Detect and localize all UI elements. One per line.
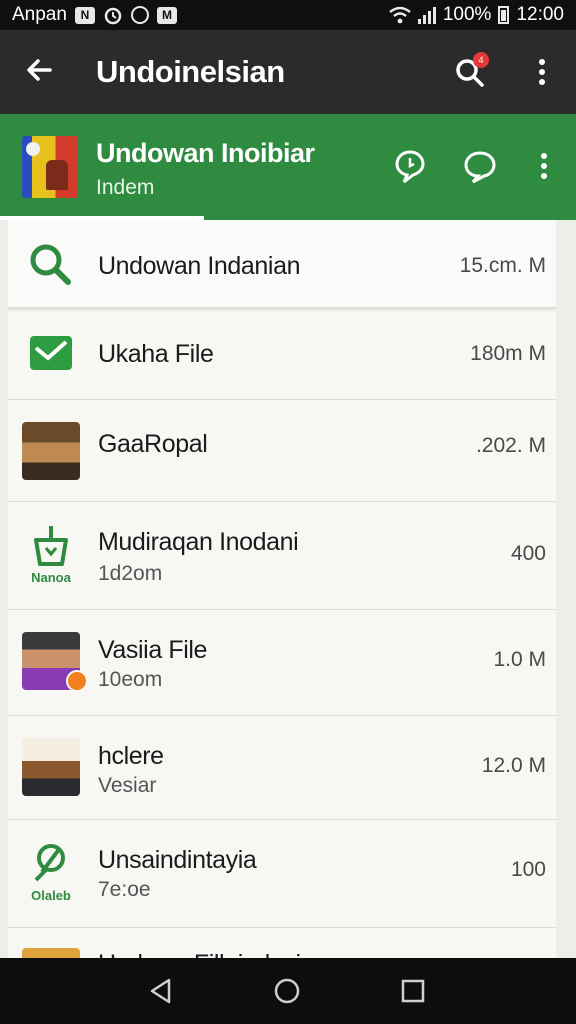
- thumb-caption: Olaleb: [31, 888, 71, 903]
- thumb-caption: Nanoa: [31, 570, 71, 585]
- list-item[interactable]: Olaleb Unsaindintayia 7e:oe 100: [8, 820, 556, 928]
- file-thumbnail-photo: [22, 738, 80, 796]
- back-arrow-icon[interactable]: [20, 50, 60, 90]
- file-thumbnail-photo: [22, 948, 80, 958]
- file-size: 12.0 M: [481, 754, 546, 777]
- file-title: hclere: [98, 742, 164, 770]
- notification-n-icon: N: [74, 6, 95, 24]
- basket-icon: [34, 526, 68, 566]
- file-title: GaaRopal: [98, 430, 208, 458]
- list-item[interactable]: Undowan Indanian 15.cm. M: [8, 220, 556, 308]
- file-title: Vasiia File: [98, 636, 208, 664]
- file-subtitle: 10eom: [98, 668, 163, 691]
- system-nav-bar: [0, 958, 576, 1024]
- file-size: .202. M: [475, 434, 546, 457]
- notification-badge: 4: [473, 52, 489, 68]
- file-size: 180m M: [470, 342, 546, 365]
- alarm-icon: [104, 7, 122, 25]
- mail-icon: [30, 336, 72, 370]
- file-subtitle: 1d2om: [98, 562, 163, 585]
- file-title: Ukaha File: [98, 340, 214, 368]
- file-size: 1.0 M: [493, 648, 546, 671]
- file-thumbnail: Nanoa: [22, 522, 80, 592]
- file-subtitle: 7e:oe: [98, 878, 151, 901]
- mail-icon: M: [156, 6, 177, 24]
- file-size: 400: [510, 542, 546, 565]
- leaf-icon: [34, 844, 65, 882]
- file-title: Undowa Filleindosin: [98, 950, 315, 958]
- file-size: 100: [510, 858, 546, 881]
- file-size: 15.cm. M: [459, 254, 546, 277]
- page-title: Undoinelsian: [96, 54, 285, 89]
- file-title: Unsaindintayia: [98, 846, 257, 874]
- search-icon: [30, 244, 71, 285]
- more-vert-icon[interactable]: [530, 146, 558, 186]
- carrier-label: Anpan: [12, 4, 67, 25]
- list-item[interactable]: Nanoa Mudiraqan Inodani 1d2om 400: [8, 502, 556, 610]
- list-item[interactable]: hclere Vesiar 12.0 M: [8, 716, 556, 820]
- list-item[interactable]: Vasiia File 10eom 1.0 M: [8, 610, 556, 716]
- wifi-icon: [389, 6, 411, 24]
- chat-bubble-icon[interactable]: [460, 146, 500, 186]
- status-badge: [66, 670, 88, 692]
- file-thumbnail-photo: [22, 422, 80, 480]
- group-avatar[interactable]: [22, 136, 78, 198]
- app-bar: Undoinelsian 4: [0, 30, 576, 114]
- pin-icon[interactable]: [390, 146, 430, 186]
- file-thumbnail: Olaleb: [22, 840, 80, 910]
- chat-name[interactable]: Undowan Inoibiar: [96, 138, 315, 169]
- chat-subtitle: Indem: [96, 176, 155, 199]
- status-bar-right: 100% 12:00: [389, 4, 564, 26]
- home-circle-icon[interactable]: [272, 976, 302, 1006]
- back-triangle-icon[interactable]: [146, 976, 176, 1006]
- file-subtitle: Vesiar: [98, 774, 157, 797]
- battery-icon: [498, 6, 510, 24]
- file-list: Undowan Indanian 15.cm. M Ukaha File 180…: [8, 220, 556, 958]
- signal-icon: [417, 6, 436, 24]
- status-bar: Anpan N M 100% 12:00: [0, 0, 576, 30]
- list-item[interactable]: GaaRopal .202. M: [8, 400, 556, 502]
- file-title: Mudiraqan Inodani: [98, 528, 299, 556]
- chat-icon: [130, 6, 149, 24]
- list-item[interactable]: Undowa Filleindosin: [8, 928, 556, 958]
- list-item[interactable]: Ukaha File 180m M: [8, 308, 556, 400]
- status-bar-left: Anpan N M: [12, 4, 177, 26]
- chat-header: Undowan Inoibiar Indem: [0, 114, 576, 220]
- clock: 12:00: [516, 4, 564, 25]
- more-vert-icon[interactable]: [528, 52, 556, 92]
- file-title: Undowan Indanian: [98, 252, 301, 280]
- recents-square-icon[interactable]: [398, 976, 428, 1006]
- battery-percent: 100%: [442, 4, 492, 25]
